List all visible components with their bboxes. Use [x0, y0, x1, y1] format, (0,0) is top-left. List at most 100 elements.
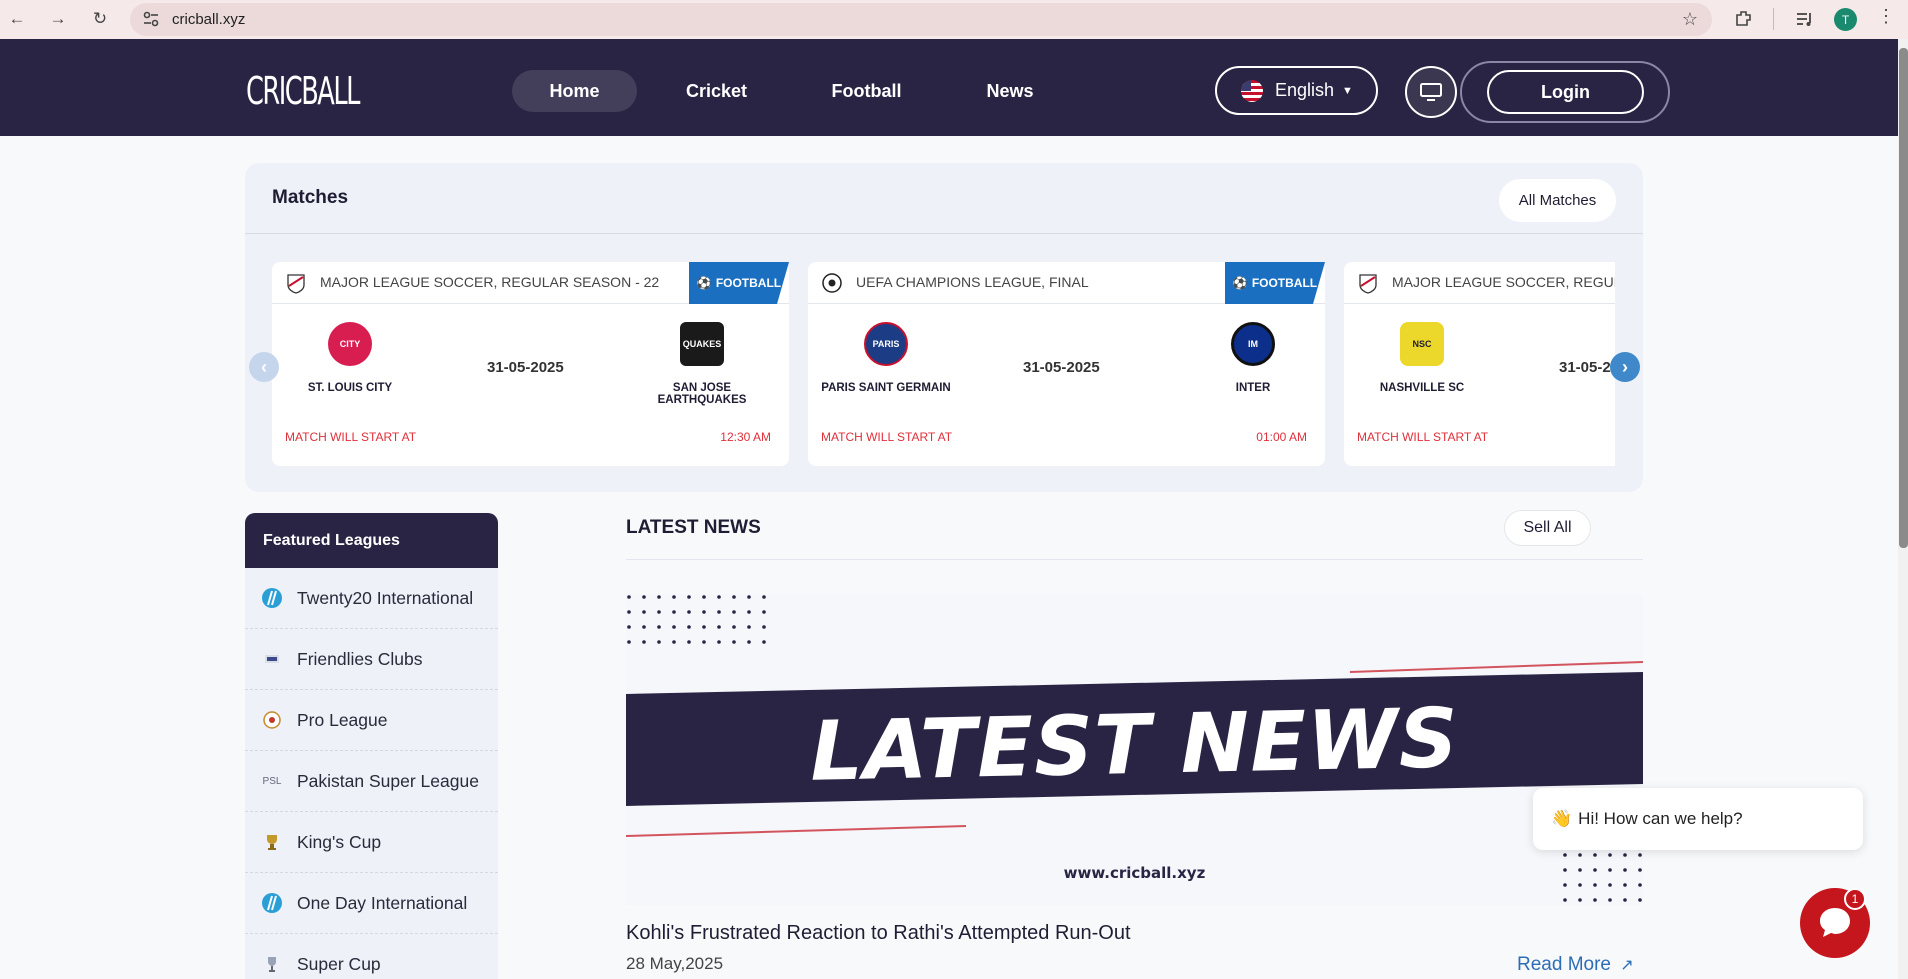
start-label: MATCH WILL START AT: [821, 430, 953, 444]
url-text[interactable]: cricball.xyz: [172, 11, 245, 28]
tv-mode-button[interactable]: [1405, 66, 1457, 118]
site-header: CRICBALL Home Cricket Football News Engl…: [0, 39, 1898, 136]
news-headline[interactable]: Kohli's Frustrated Reaction to Rathi's A…: [626, 922, 1131, 945]
match-card-header: UEFA CHAMPIONS LEAGUE, FINAL ⚽ FOOTBALL: [808, 262, 1325, 304]
home-team: PARIS PARIS SAINT GERMAIN: [816, 322, 956, 394]
matches-carousel: MAJOR LEAGUE SOCCER, REGULAR SEASON - 22…: [272, 262, 1615, 466]
nav-news[interactable]: News: [960, 70, 1060, 112]
scrollbar-thumb[interactable]: [1899, 48, 1908, 548]
featured-leagues: Featured Leagues Twenty20 International …: [245, 513, 498, 979]
away-team-name: SAN JOSE EARTHQUAKES: [657, 382, 747, 406]
inter-crest-icon: IM: [1231, 322, 1275, 366]
bookmark-star-icon[interactable]: ☆: [1682, 9, 1698, 30]
see-all-news-button[interactable]: Sell All: [1504, 510, 1591, 546]
league-label: Twenty20 International: [297, 587, 474, 608]
site-settings-icon[interactable]: [142, 10, 160, 28]
site-logo[interactable]: CRICBALL: [246, 69, 360, 113]
league-item-odi[interactable]: One Day International: [245, 873, 498, 934]
chat-bubble-icon: [1820, 908, 1850, 937]
sport-badge: ⚽ FOOTBALL: [1225, 262, 1325, 304]
divider: [245, 233, 1643, 234]
sport-badge: ⚽ FOOTBALL: [689, 262, 789, 304]
caret-down-icon: ▼: [1342, 84, 1353, 97]
mls-logo-icon: [1359, 274, 1377, 294]
matches-panel: Matches All Matches MAJOR LEAGUE SOCCER,…: [245, 163, 1643, 492]
st-louis-city-crest-icon: CITY: [328, 322, 372, 366]
carousel-next-icon[interactable]: ›: [1610, 352, 1640, 382]
league-item-friendlies[interactable]: Friendlies Clubs: [245, 629, 498, 690]
login-outline: Login: [1460, 61, 1670, 123]
match-card[interactable]: MAJOR LEAGUE SOCCER, REGULAR SEASON - 22…: [272, 262, 789, 466]
matches-title: Matches: [272, 187, 349, 208]
league-item-t20i[interactable]: Twenty20 International: [245, 568, 498, 629]
extensions-icon[interactable]: [1733, 8, 1755, 30]
league-name: MAJOR LEAGUE SOCCER, REGULAR SEASON - 22: [320, 274, 660, 290]
start-time: 01:00 AM: [1256, 430, 1307, 444]
divider: [626, 559, 1643, 560]
match-date: 31-05-2: [1559, 359, 1611, 376]
league-item-psl[interactable]: PSL Pakistan Super League: [245, 751, 498, 812]
home-team-name: PARIS SAINT GERMAIN: [821, 382, 951, 394]
carousel-prev-icon[interactable]: ‹: [249, 352, 279, 382]
read-more-link[interactable]: Read More ↗: [1517, 954, 1634, 976]
back-icon[interactable]: ←: [6, 8, 28, 30]
match-card[interactable]: UEFA CHAMPIONS LEAGUE, FINAL ⚽ FOOTBALL …: [808, 262, 1325, 466]
home-team-name: NASHVILLE SC: [1379, 382, 1465, 394]
profile-avatar[interactable]: T: [1834, 8, 1857, 31]
san-jose-earthquakes-crest-icon: QUAKES: [680, 322, 724, 366]
league-name: UEFA CHAMPIONS LEAGUE, FINAL: [856, 274, 1089, 290]
nashville-sc-crest-icon: NSC: [1400, 322, 1444, 366]
away-team: IM INTER: [1208, 322, 1298, 394]
us-flag-icon: [1241, 79, 1263, 102]
banner-url: www.cricball.xyz: [1063, 864, 1206, 882]
reload-icon[interactable]: ↻: [89, 8, 111, 30]
away-team: QUAKES SAN JOSE EARTHQUAKES: [627, 322, 777, 406]
news-banner-image[interactable]: LATEST NEWS www.cricball.xyz: [626, 594, 1643, 905]
league-label: Friendlies Clubs: [297, 648, 423, 669]
league-label: One Day International: [297, 892, 468, 913]
start-label: MATCH WILL START AT: [285, 430, 417, 444]
all-matches-button[interactable]: All Matches: [1499, 179, 1616, 222]
address-bar[interactable]: cricball.xyz ☆: [130, 3, 1712, 36]
league-item-kings-cup[interactable]: King's Cup: [245, 812, 498, 873]
browser-menu-icon[interactable]: ⋮: [1877, 6, 1895, 27]
league-name: MAJOR LEAGUE SOCCER, REGULA: [1392, 274, 1615, 290]
home-team-name: ST. LOUIS CITY: [307, 382, 393, 394]
mls-logo-icon: [287, 274, 305, 294]
champions-league-icon: [822, 273, 842, 293]
latest-news-title: LATEST NEWS: [626, 517, 761, 538]
match-date: 31-05-2025: [487, 359, 564, 376]
forward-icon[interactable]: →: [47, 8, 69, 30]
home-team: NSC NASHVILLE SC: [1362, 322, 1482, 394]
psg-crest-icon: PARIS: [864, 322, 908, 366]
toolbar-divider: [1773, 8, 1774, 30]
league-item-pro-league[interactable]: Pro League: [245, 690, 498, 751]
away-team-name: INTER: [1235, 382, 1271, 394]
chat-greeting-bubble[interactable]: 👋 Hi! How can we help?: [1533, 788, 1863, 850]
nav-cricket[interactable]: Cricket: [665, 70, 768, 112]
match-date: 31-05-2025: [1023, 359, 1100, 376]
psl-logo-icon: PSL: [262, 775, 282, 787]
media-control-icon[interactable]: [1794, 8, 1816, 30]
match-card[interactable]: MAJOR LEAGUE SOCCER, REGULA NSC NASHVILL…: [1344, 262, 1615, 466]
nav-football[interactable]: Football: [810, 70, 923, 112]
language-dropdown[interactable]: English ▼: [1215, 66, 1378, 115]
cup-icon: [261, 953, 283, 975]
match-card-header: MAJOR LEAGUE SOCCER, REGULAR SEASON - 22…: [272, 262, 789, 304]
sport-label: FOOTBALL: [1251, 276, 1318, 290]
home-team: CITY ST. LOUIS CITY: [290, 322, 410, 394]
runner-icon: ⚽: [1232, 276, 1248, 290]
monitor-icon: [1420, 83, 1442, 101]
trophy-icon: [261, 831, 283, 853]
league-label: Super Cup: [297, 953, 381, 974]
friendlies-logo-icon: [261, 648, 283, 670]
featured-leagues-title: Featured Leagues: [245, 513, 498, 568]
league-item-super-cup[interactable]: Super Cup: [245, 934, 498, 979]
icc-logo-icon: [261, 587, 283, 609]
nav-home[interactable]: Home: [512, 70, 637, 112]
unread-count-badge: 1: [1844, 888, 1866, 910]
arrow-up-right-icon: ↗: [1620, 957, 1634, 974]
runner-icon: ⚽: [696, 276, 712, 290]
login-button[interactable]: Login: [1487, 70, 1644, 114]
match-card-header: MAJOR LEAGUE SOCCER, REGULA: [1344, 262, 1615, 304]
